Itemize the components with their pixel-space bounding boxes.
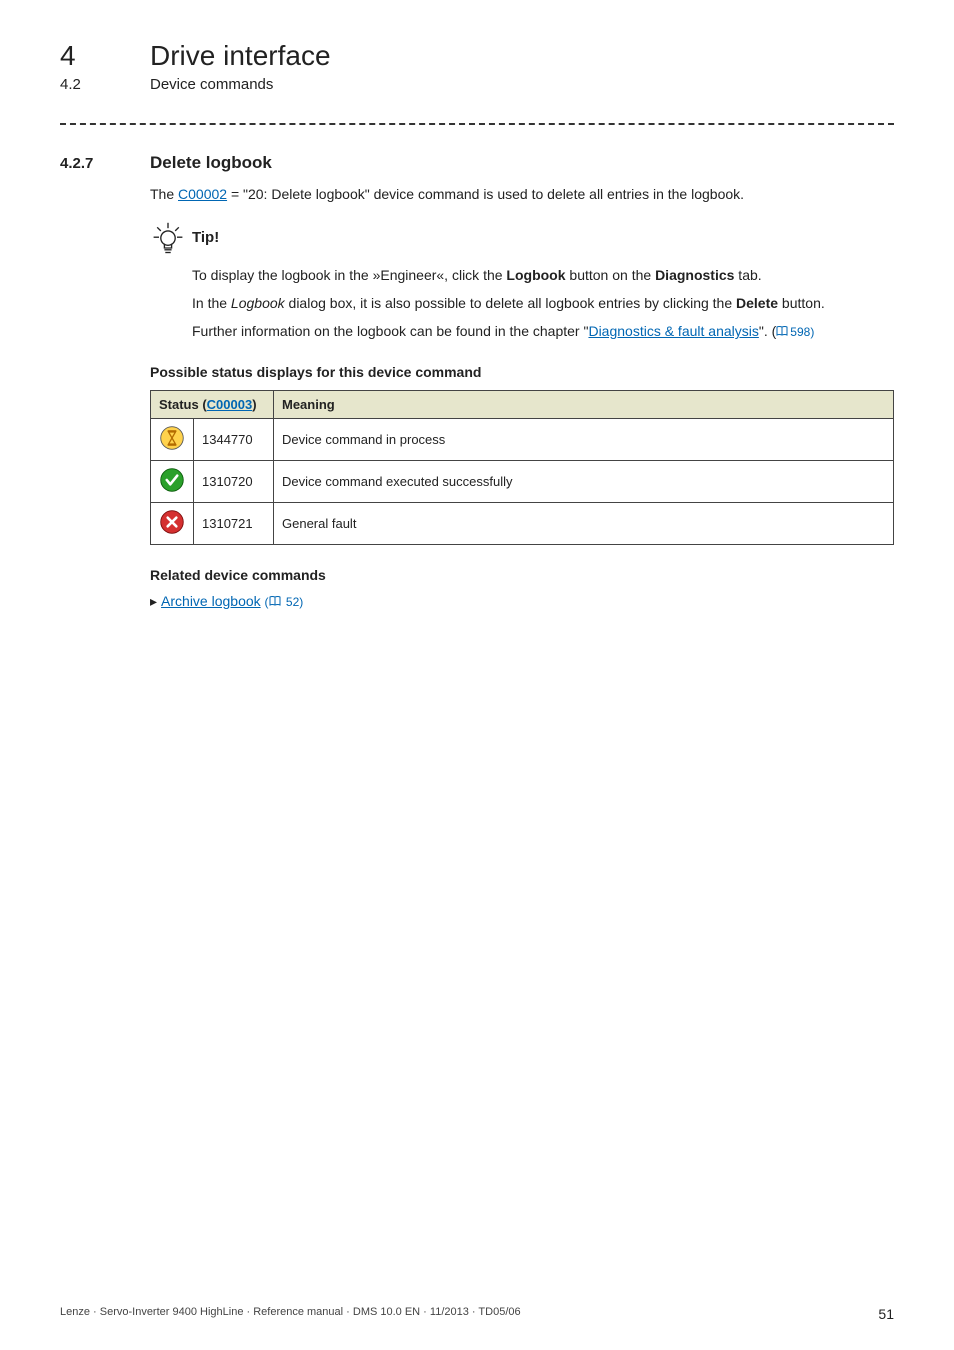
status-table-heading: Possible status displays for this device… — [150, 364, 894, 380]
check-icon — [159, 467, 185, 493]
hourglass-icon — [159, 425, 185, 451]
tip-text-frag: In the — [192, 295, 231, 311]
footer-text: Lenze · Servo-Inverter 9400 HighLine · R… — [60, 1306, 521, 1322]
diagnostics-link[interactable]: Diagnostics & fault analysis — [588, 323, 758, 339]
chapter-title: Drive interface — [150, 40, 331, 72]
related-page-ref: ( 52) — [265, 595, 304, 609]
page-number-ref: 52 — [286, 595, 299, 609]
tip-label: Tip! — [192, 221, 219, 246]
related-heading: Related device commands — [150, 567, 894, 583]
status-meaning: Device command in process — [274, 418, 894, 460]
col-status: Status (C00003) — [151, 390, 274, 418]
code-link-c00003[interactable]: C00003 — [207, 397, 253, 412]
tip-line-2: In the Logbook dialog box, it is also po… — [192, 293, 894, 313]
tip-bold: Delete — [736, 295, 778, 311]
section-title: Device commands — [150, 76, 273, 93]
tip-text-frag: ". ( — [759, 323, 776, 339]
chapter-header: 4 Drive interface — [60, 40, 894, 72]
page-ref: 598 — [790, 325, 810, 339]
related-item: ▸Archive logbook ( 52) — [150, 593, 894, 610]
intro-prefix: The — [150, 186, 178, 202]
subsection-number: 4.2.7 — [60, 155, 150, 172]
status-icon-cell — [151, 460, 194, 502]
tip-line-3: Further information on the logbook can b… — [192, 321, 894, 341]
tip-text-frag: ) — [810, 325, 814, 339]
section-number: 4.2 — [60, 76, 150, 93]
col-label-frag: ) — [252, 397, 256, 412]
code-link-c00002[interactable]: C00002 — [178, 186, 227, 202]
status-code: 1310720 — [194, 460, 274, 502]
table-header-row: Status (C00003) Meaning — [151, 390, 894, 418]
status-table: Status (C00003) Meaning 1344770 Device c… — [150, 390, 894, 545]
subsection-title: Delete logbook — [150, 153, 272, 173]
table-row: 1310720 Device command executed successf… — [151, 460, 894, 502]
page-number: 51 — [878, 1306, 894, 1322]
status-icon-cell — [151, 418, 194, 460]
status-meaning: General fault — [274, 502, 894, 544]
arrow-icon: ▸ — [150, 593, 157, 609]
intro-paragraph: The C00002 = "20: Delete logbook" device… — [150, 185, 894, 205]
status-icon-cell — [151, 502, 194, 544]
tip-text-frag: To display the logbook in the »Engineer«… — [192, 267, 506, 283]
tip-bold: Diagnostics — [655, 267, 734, 283]
status-code: 1344770 — [194, 418, 274, 460]
tip-italic: Logbook — [231, 295, 285, 311]
subsection-header: 4.2.7 Delete logbook — [60, 153, 894, 173]
section-header: 4.2 Device commands — [60, 76, 894, 93]
chapter-number: 4 — [60, 40, 150, 72]
page-footer: Lenze · Servo-Inverter 9400 HighLine · R… — [60, 1306, 894, 1322]
book-icon — [269, 596, 281, 606]
tip-text-frag: dialog box, it is also possible to delet… — [285, 295, 736, 311]
status-meaning: Device command executed successfully — [274, 460, 894, 502]
tip-line-1: To display the logbook in the »Engineer«… — [192, 265, 894, 285]
lightbulb-icon — [150, 221, 186, 257]
table-row: 1310721 General fault — [151, 502, 894, 544]
archive-logbook-link[interactable]: Archive logbook — [161, 593, 261, 609]
status-code: 1310721 — [194, 502, 274, 544]
col-label-frag: Status ( — [159, 397, 207, 412]
intro-suffix: = "20: Delete logbook" device command is… — [227, 186, 744, 202]
tip-bold: Logbook — [506, 267, 565, 283]
tip-text-frag: tab. — [734, 267, 761, 283]
tip-block: Tip! — [150, 221, 894, 257]
tip-text-frag: button on the — [566, 267, 656, 283]
divider — [60, 123, 894, 125]
cross-icon — [159, 509, 185, 535]
table-row: 1344770 Device command in process — [151, 418, 894, 460]
tip-text-frag: Further information on the logbook can b… — [192, 323, 588, 339]
tip-text-frag: button. — [778, 295, 825, 311]
book-icon — [776, 326, 788, 336]
col-meaning: Meaning — [274, 390, 894, 418]
